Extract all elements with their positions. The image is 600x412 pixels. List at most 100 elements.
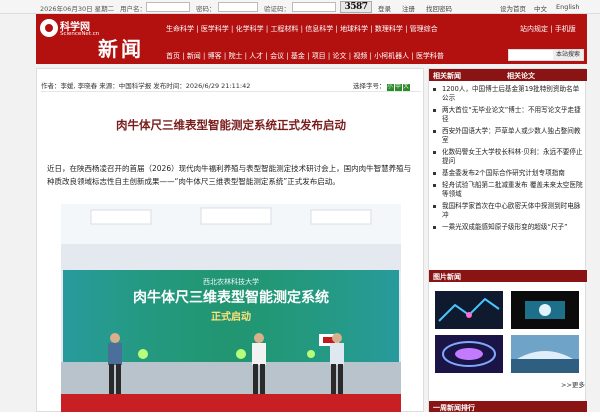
- bullet-icon: [433, 172, 436, 175]
- forgot-password-link[interactable]: 找回密码: [426, 3, 452, 13]
- related-news-title[interactable]: 轻舟试验飞船第二批减重发布 覆盖未来太空医院等领域: [442, 181, 583, 198]
- related-news-title[interactable]: 1200人，中国博士后基金第19批特别资助名单公示: [442, 85, 579, 102]
- related-news-item[interactable]: 两大首位“无毕业论文”博士：不用写论文乎走捷径: [432, 106, 584, 124]
- article-headline: 肉牛体尺三维表型智能测定系统正式发布启动: [116, 118, 346, 132]
- main-nav-item[interactable]: 小柯机器人: [374, 52, 409, 60]
- discipline-nav-item[interactable]: 工程材料: [270, 25, 298, 33]
- nav-separator: |: [200, 52, 208, 60]
- related-news-title[interactable]: 基金委发布2个国际合作研究计划专项指南: [442, 169, 565, 177]
- main-nav-item[interactable]: 院士: [228, 52, 242, 60]
- weekly-ranking-title: 一周新闻排行: [433, 404, 475, 412]
- font-size-large-button[interactable]: 大: [402, 84, 410, 91]
- main-nav-item[interactable]: 项目: [312, 52, 326, 60]
- tab-related-news[interactable]: 相关新闻: [433, 71, 461, 81]
- main-nav-item[interactable]: 视频: [353, 52, 367, 60]
- discipline-nav: 生命科学 | 医学科学 | 化学科学 | 工程材料 | 信息科学 | 地球科学 …: [166, 24, 438, 34]
- related-news-item[interactable]: 我国科学家首次在中心欧密天体中探测到时电脉冲: [432, 202, 584, 220]
- search-input[interactable]: 本站搜索: [508, 49, 584, 61]
- lang-cn-link[interactable]: 中文: [534, 3, 547, 13]
- main-nav-item[interactable]: 博客: [208, 52, 222, 60]
- login-link[interactable]: 登录: [378, 3, 391, 13]
- logo-mark-icon: [40, 19, 58, 37]
- discipline-nav-item[interactable]: 医学科学: [201, 25, 229, 33]
- discipline-nav-item[interactable]: 管理综合: [410, 25, 438, 33]
- discipline-nav-item[interactable]: 生命科学: [166, 25, 194, 33]
- main-nav-item[interactable]: 基金: [291, 52, 305, 60]
- discipline-nav-item[interactable]: 信息科学: [305, 25, 333, 33]
- related-news-title[interactable]: 一乘光双成能感知原子级形变的超级“尺子”: [442, 223, 568, 231]
- sidebar: 相关新闻 相关论文 1200人，中国博士后基金第19批特别资助名单公示 两大首位“…: [428, 68, 587, 412]
- related-news-list: 1200人，中国博士后基金第19批特别资助名单公示 两大首位“无毕业论文”博士：不…: [432, 85, 584, 235]
- header-links: 站内规定 | 手机版: [520, 25, 576, 33]
- main-nav-item[interactable]: 首页: [166, 52, 180, 60]
- related-news-item[interactable]: 轻舟试验飞船第二批减重发布 覆盖未来太空医院等领域: [432, 181, 584, 199]
- nav-separator: |: [368, 25, 375, 33]
- site-header: 科学网 ScienceNet.cn 新闻 生命科学 | 医学科学 | 化学科学 …: [36, 14, 587, 64]
- register-link[interactable]: 注册: [402, 3, 415, 13]
- discipline-nav-item[interactable]: 数理科学: [375, 25, 403, 33]
- related-news-item[interactable]: 1200人，中国博士后基金第19批特别资助名单公示: [432, 85, 584, 103]
- bullet-icon: [433, 88, 436, 91]
- font-size-label: 选择字号：: [353, 82, 386, 90]
- more-pictures-link[interactable]: >>更多: [561, 379, 585, 389]
- nav-separator: |: [284, 52, 291, 60]
- tab-related-papers[interactable]: 相关论文: [507, 71, 535, 81]
- captcha-input[interactable]: [292, 2, 336, 12]
- main-nav-item[interactable]: 论文: [333, 52, 347, 60]
- picture-news-title: 图片新闻: [433, 273, 461, 281]
- related-news-item[interactable]: 基金委发布2个国际合作研究计划专项指南: [432, 169, 584, 178]
- picture-news-header: 图片新闻: [429, 270, 587, 282]
- password-input[interactable]: [218, 2, 258, 12]
- launch-event-illustration: 西北农林科技大学 肉牛体尺三维表型智能测定系统 正式启动: [61, 204, 401, 412]
- picture-news-thumb[interactable]: [511, 335, 579, 373]
- set-home-link[interactable]: 设为首页: [500, 3, 526, 13]
- lang-en-link[interactable]: English: [556, 3, 579, 11]
- main-nav-item[interactable]: 会议: [270, 52, 284, 60]
- logo-domain: ScienceNet.cn: [60, 31, 100, 37]
- section-title: 新闻: [98, 37, 144, 61]
- site-rules-link[interactable]: 站内规定: [520, 25, 548, 33]
- discipline-nav-item[interactable]: 地球科学: [340, 25, 368, 33]
- divider: [41, 91, 421, 92]
- font-size-small-button[interactable]: 小: [386, 84, 394, 91]
- password-label: 密码：: [196, 5, 216, 13]
- article-meta: 作者：李媛, 李晓春 来源：中国科学报 发布时间：2026/6/29 21:11…: [41, 82, 251, 90]
- related-news-title[interactable]: 两大首位“无毕业论文”博士：不用写论文乎走捷径: [442, 106, 581, 123]
- related-news-item[interactable]: 化数码警女王大学校长科林·贝利：永远不要停止提问: [432, 148, 584, 166]
- username-input[interactable]: [146, 2, 190, 12]
- nav-separator: |: [409, 52, 416, 60]
- related-news-item[interactable]: 一乘光双成能感知原子级形变的超级“尺子”: [432, 223, 584, 232]
- banner-title: 肉牛体尺三维表型智能测定系统: [133, 289, 329, 306]
- related-news-title[interactable]: 我国科学家首次在中心欧密天体中探测到时电脉冲: [442, 202, 580, 219]
- username-label: 用户名：: [120, 5, 146, 13]
- nav-separator: |: [194, 25, 201, 33]
- discipline-nav-item[interactable]: 化学科学: [236, 25, 264, 33]
- related-news-title[interactable]: 西安外国语大学：芦草单人或少数人独占整间教室: [442, 127, 580, 144]
- bullet-icon: [433, 205, 436, 208]
- main-nav-item[interactable]: 人才: [249, 52, 263, 60]
- font-size-medium-button[interactable]: 中: [394, 84, 402, 91]
- bullet-icon: [433, 109, 436, 112]
- date-text: 2026年06月30日 星期二: [40, 5, 115, 13]
- related-news-item[interactable]: 西安外国语大学：芦草单人或少数人独占整间教室: [432, 127, 584, 145]
- article-lead: 近日，在陕西杨凌召开的首届（2026）现代肉牛福利养殖与表型智能测定技术研讨会上…: [47, 164, 412, 186]
- picture-news-thumb[interactable]: [511, 291, 579, 329]
- related-tabs: 相关新闻 相关论文: [429, 69, 587, 81]
- site-logo[interactable]: 科学网 ScienceNet.cn: [40, 18, 100, 42]
- picture-news-thumb[interactable]: [435, 335, 503, 373]
- picture-news-thumb[interactable]: [435, 291, 503, 329]
- captcha-image[interactable]: 3587: [340, 1, 372, 13]
- mobile-link[interactable]: 手机版: [555, 25, 576, 33]
- weekly-ranking-header: 一周新闻排行: [429, 401, 587, 412]
- search-button[interactable]: 本站搜索: [552, 50, 583, 60]
- bullet-icon: [433, 151, 436, 154]
- banner-subtitle: 正式启动: [211, 310, 251, 323]
- article-panel: 作者：李媛, 李晓春 来源：中国科学报 发布时间：2026/6/29 21:11…: [36, 68, 424, 412]
- main-nav-item[interactable]: 新闻: [187, 52, 201, 60]
- font-size-selector: 选择字号：小中大: [353, 80, 410, 91]
- main-nav-item[interactable]: 医学科普: [416, 52, 444, 60]
- captcha-label: 验证码：: [264, 5, 290, 13]
- related-news-title[interactable]: 化数码警女王大学校长科林·贝利：永远不要停止提问: [442, 148, 583, 165]
- article-photo: 西北农林科技大学 肉牛体尺三维表型智能测定系统 正式启动: [61, 204, 401, 412]
- nav-separator: |: [228, 25, 236, 33]
